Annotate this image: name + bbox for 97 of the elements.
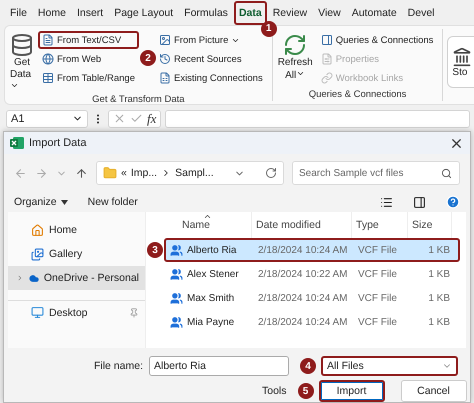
ribbon-large-button[interactable]: Refresh All	[278, 31, 313, 90]
ribbon-tab[interactable]: Formulas	[179, 0, 233, 25]
panel-icon	[320, 34, 333, 46]
group-label: Queries & Connections	[308, 89, 408, 100]
step-marker: 5	[298, 383, 314, 399]
step-marker: 3	[147, 242, 163, 258]
expand-icon	[16, 273, 24, 283]
tools-menu[interactable]: Tools	[262, 385, 287, 397]
file-date: 2/18/2024 10:24 AM	[257, 244, 349, 256]
bank-icon	[452, 46, 472, 67]
ribbon-tab[interactable]: Home	[32, 0, 71, 25]
formula-field[interactable]	[165, 110, 470, 128]
name-box[interactable]: A1	[6, 110, 88, 128]
ribbon-button[interactable]: From Text/CSV	[38, 31, 139, 50]
contacts-icon	[170, 316, 183, 328]
contacts-icon	[170, 268, 183, 280]
ribbon-tab[interactable]: Automate	[346, 0, 402, 25]
help-icon[interactable]	[446, 195, 460, 209]
ribbon-tab[interactable]: Insert	[72, 0, 108, 25]
spreadsheet-icon	[158, 72, 171, 84]
ribbon-tab[interactable]: Devel	[402, 0, 440, 25]
ribbon-large-button[interactable]: Sto	[447, 36, 474, 88]
file-row[interactable]: Alex Stener 2/18/2024 10:22 AM VCF File 1 KB	[164, 262, 460, 286]
breadcrumb: Imp...	[130, 167, 158, 179]
caret-icon	[60, 200, 68, 204]
pin-icon	[129, 308, 139, 318]
contacts-icon	[170, 292, 183, 304]
overflow-marker: «	[121, 167, 127, 179]
search-field[interactable]: Search Sample vcf files	[292, 161, 460, 185]
file-name: Alex Stener	[187, 268, 239, 280]
file-name-field[interactable]: Alberto Ria	[149, 356, 289, 376]
dialog-button[interactable]: Import	[318, 380, 385, 402]
ribbon-tab[interactable]: File	[5, 0, 32, 25]
navigation-item[interactable]: Desktop	[8, 300, 145, 324]
ribbon-tab[interactable]: Page Layout	[109, 0, 178, 25]
file-size: 1 KB	[427, 268, 451, 280]
globe-icon	[42, 53, 54, 66]
sort-icon	[203, 212, 212, 221]
gallery-icon	[31, 248, 44, 260]
cancel-icon	[113, 112, 126, 126]
file-date: 2/18/2024 10:24 AM	[257, 316, 349, 328]
file-name: Alberto Ria	[187, 244, 236, 256]
file-type: VCF File	[357, 268, 398, 280]
home-icon	[31, 224, 44, 236]
file-type-dropdown[interactable]: All Files	[321, 356, 458, 376]
navigation-item[interactable]: Home	[8, 218, 145, 242]
view-options-icon[interactable]	[380, 196, 393, 208]
file-type: VCF File	[357, 292, 398, 304]
breadcrumb: Sampl...	[175, 167, 214, 179]
ribbon-button[interactable]: Existing Connections	[154, 69, 267, 88]
ribbon-button[interactable]: Queries & Connections	[316, 31, 438, 50]
file-type: VCF File	[357, 244, 398, 256]
ribbon-large-button[interactable]: Get Data	[10, 31, 34, 94]
file-row[interactable]: Mia Payne 2/18/2024 10:24 AM VCF File 1 KB	[164, 310, 460, 334]
up-icon[interactable]	[75, 166, 88, 180]
table-icon	[42, 72, 54, 84]
refresh-icon	[265, 167, 277, 179]
preview-pane-icon[interactable]	[413, 196, 426, 208]
field-label: File name:	[92, 360, 143, 372]
ribbon-tab[interactable]: View	[313, 0, 346, 25]
database-icon	[10, 33, 34, 58]
navigation-item[interactable]: Gallery	[8, 242, 145, 266]
folder-icon	[103, 166, 117, 180]
file-date: 2/18/2024 10:24 AM	[257, 292, 349, 304]
image-icon	[158, 34, 171, 46]
ribbon-button[interactable]: From Web	[38, 50, 139, 68]
file-row[interactable]: Max Smith 2/18/2024 10:24 AM VCF File 1 KB	[164, 286, 460, 310]
organize-menu[interactable]: Organize	[14, 196, 57, 208]
ribbon-button[interactable]: From Table/Range	[38, 69, 139, 88]
file-type: VCF File	[357, 316, 398, 328]
file-name: Mia Payne	[187, 316, 234, 328]
monitor-icon	[31, 306, 44, 319]
clock-icon	[158, 53, 171, 66]
file-date: 2/18/2024 10:22 AM	[257, 268, 349, 280]
step-marker: 2	[140, 50, 156, 66]
link-icon	[320, 72, 333, 84]
contacts-icon	[170, 244, 183, 256]
file-size: 1 KB	[427, 292, 451, 304]
document-icon	[42, 34, 54, 46]
file-size: 1 KB	[427, 244, 451, 256]
document-icon	[320, 53, 333, 66]
ribbon-button[interactable]: Recent Sources	[154, 50, 267, 68]
dialog-title: Import Data	[29, 137, 88, 149]
refresh-icon	[283, 33, 308, 58]
new-folder-button[interactable]: New folder	[88, 196, 138, 208]
file-size: 1 KB	[427, 316, 451, 328]
file-row[interactable]: Alberto Ria 2/18/2024 10:24 AM VCF File 1 KB	[164, 238, 460, 262]
step-marker: 1	[260, 20, 277, 37]
dialog-button[interactable]: Cancel	[400, 380, 467, 402]
step-marker: 4	[300, 358, 316, 374]
spreadsheet-app-icon	[10, 136, 24, 150]
insert-function-button[interactable]: fx	[147, 110, 156, 127]
file-name: Max Smith	[187, 292, 234, 304]
group-label: Get & Transform Data	[91, 94, 186, 106]
navigation-item[interactable]: OneDrive - Personal	[8, 266, 145, 290]
search-icon	[441, 168, 452, 179]
address-bar[interactable]: « Imp... Sampl...	[96, 161, 284, 185]
